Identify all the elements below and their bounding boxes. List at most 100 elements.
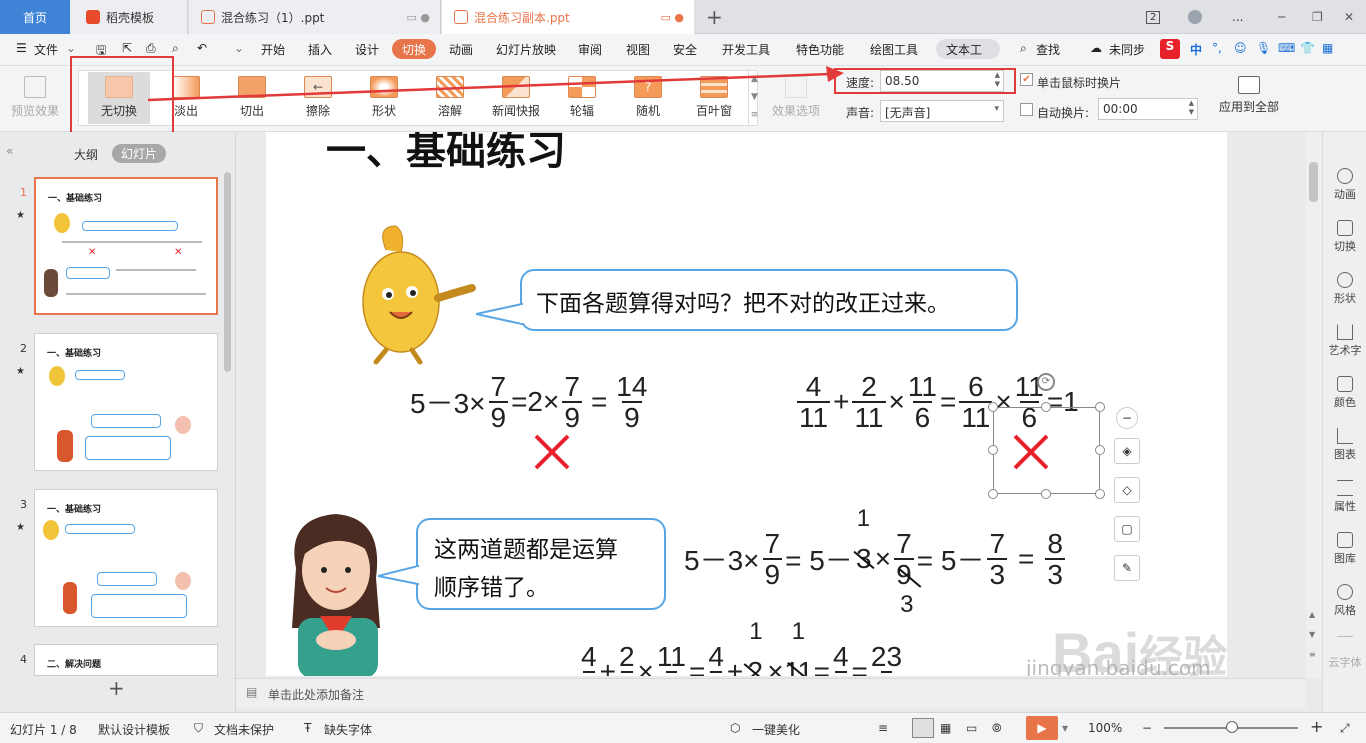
theme-name[interactable]: 默认设计模板 (98, 721, 170, 738)
equation-4[interactable]: 4 + 2 × 11 = 4 + 1 2 × 1 11 = 4 = 23 (578, 618, 905, 676)
fill-icon[interactable]: ◇ (1114, 477, 1140, 503)
tab-outline[interactable]: 大纲 (74, 146, 98, 163)
window-count-badge[interactable]: 2 (1146, 0, 1166, 34)
slide-thumbnail-2[interactable]: 一、基础练习 (34, 333, 218, 471)
mic-icon[interactable]: 🎙 (1256, 41, 1271, 55)
notes-pane[interactable]: ▤ 单击此处添加备注 (236, 678, 1306, 708)
format-brush-icon[interactable]: ✎ (1114, 555, 1140, 581)
avatar[interactable] (1188, 0, 1206, 34)
speech-bubble-question[interactable]: 下面各题算得对吗？把不对的改正过来。 (520, 269, 1018, 331)
tab-slides[interactable]: 幻灯片 (112, 144, 167, 163)
menu-item-12[interactable]: 文本工 (936, 39, 1000, 59)
punct-icon[interactable]: °, (1212, 41, 1222, 55)
export-icon[interactable]: ⇱ (122, 41, 132, 55)
menu-item-6[interactable]: 审阅 (578, 41, 602, 58)
slide-thumbnail-4[interactable]: 二、解决问题 (34, 644, 218, 676)
menu-item-7[interactable]: 视图 (626, 41, 650, 58)
apply-all-button[interactable]: 应用到全部 (1212, 72, 1286, 124)
protect-status[interactable]: 文档未保护 (214, 721, 274, 738)
hamburger-icon[interactable]: ☰ (16, 41, 27, 55)
menu-item-0[interactable]: 开始 (261, 41, 285, 58)
auto-advance-spinner[interactable]: 00:00 ▲ ▼ (1098, 98, 1198, 120)
sidebar-properties[interactable]: 属性 (1323, 480, 1366, 514)
mascot-character[interactable] (346, 220, 476, 365)
print-icon[interactable]: ⎙ (146, 41, 156, 56)
scroll-thumb[interactable] (1309, 162, 1318, 202)
tab-close-icon[interactable]: ▭ ● (407, 11, 431, 24)
menu-item-2[interactable]: 设计 (355, 41, 379, 58)
restore-icon[interactable]: ❐ (1312, 0, 1328, 34)
more-icon[interactable]: ... (1232, 0, 1248, 34)
rotate-handle-icon[interactable]: ⟳ (1037, 373, 1055, 391)
scroll-down-icon[interactable]: ≡ (1309, 650, 1316, 659)
chevron-down-icon[interactable]: ▾ (1062, 721, 1068, 735)
sidebar-transition[interactable]: 切换 (1323, 220, 1366, 254)
sidebar-cloud-font[interactable]: 云字体 (1323, 636, 1366, 670)
close-icon[interactable]: ✕ (1344, 0, 1360, 34)
camera-icon[interactable]: ⦾ (992, 721, 1002, 736)
align-icon[interactable]: ≡ (878, 721, 888, 735)
equation-3[interactable]: 5－3× 79 = 5－ 1 3 × 79 3 = 5－ 73 = 83 (684, 505, 1068, 618)
normal-view-icon[interactable] (912, 718, 934, 738)
menu-item-5[interactable]: 幻灯片放映 (496, 41, 556, 58)
scroll-down-icon[interactable]: ▼ (1309, 630, 1315, 639)
reading-view-icon[interactable]: ▭ (966, 721, 977, 735)
fit-window-icon[interactable]: ⤢ (1340, 721, 1350, 736)
more-quick-icon[interactable]: ⌄ (234, 41, 244, 55)
collapse-panel-icon[interactable]: « (6, 144, 13, 158)
new-tab-icon[interactable]: + (706, 0, 730, 34)
sidebar-chart[interactable]: 图表 (1323, 428, 1366, 462)
search-icon[interactable]: ⌕ (1020, 41, 1027, 56)
beautify-button[interactable]: 一键美化 (752, 721, 800, 738)
sorter-view-icon[interactable]: ▦ (940, 721, 951, 735)
ime-lang[interactable]: 中 (1190, 41, 1202, 58)
spinner-arrows-icon[interactable]: ▲ ▼ (1189, 99, 1194, 117)
menu-item-8[interactable]: 安全 (673, 41, 697, 58)
zoom-in-icon[interactable]: + (1310, 717, 1323, 736)
equation-1[interactable]: 5－3× 79 =2× 79 = 14 9 (410, 372, 650, 433)
minimize-icon[interactable]: ─ (1278, 0, 1294, 34)
slide-heading[interactable]: 一、基础练习 (326, 132, 566, 176)
slide-thumbnail-3[interactable]: 一、基础练习 (34, 489, 218, 627)
speech-bubble-answer[interactable]: 这两道题都是运算 顺序错了。 (416, 518, 666, 610)
menu-file[interactable]: 文件 (34, 41, 58, 58)
sidebar-wordart[interactable]: 艺术字 (1323, 324, 1366, 358)
scroll-up-icon[interactable]: ▲ (1309, 610, 1315, 619)
menu-item-4[interactable]: 动画 (449, 41, 473, 58)
tab-doc1[interactable]: 混合练习（1）.ppt ▭ ● (189, 0, 441, 34)
emoji-icon[interactable]: ☺ (1234, 41, 1247, 55)
tab-doc2[interactable]: 混合练习副本.ppt ▭ ● (442, 0, 694, 34)
menu-item-11[interactable]: 绘图工具 (870, 41, 918, 58)
auto-advance-checkbox[interactable] (1020, 103, 1033, 116)
canvas-scrollbar[interactable]: ▲ ▼ ≡ (1306, 132, 1322, 678)
print-preview-icon[interactable]: ⌕ (172, 41, 179, 56)
menu-item-9[interactable]: 开发工具 (722, 41, 770, 58)
play-button[interactable]: ▶ (1026, 716, 1058, 740)
sidebar-animation[interactable]: 动画 (1323, 168, 1366, 202)
on-click-checkbox[interactable]: ✔ (1020, 73, 1033, 86)
add-slide-icon[interactable]: + (108, 676, 125, 700)
skin-icon[interactable]: 👕 (1300, 41, 1315, 55)
preview-effect-button[interactable]: 预览效果 (4, 72, 66, 124)
zoom-out-icon[interactable]: − (1142, 721, 1152, 735)
tab-home[interactable]: 首页 (0, 0, 70, 34)
zoom-level[interactable]: 100% (1088, 721, 1122, 735)
menu-item-1[interactable]: 插入 (308, 41, 332, 58)
toolbox-icon[interactable]: ▦ (1322, 41, 1333, 55)
collapse-float-icon[interactable]: − (1116, 407, 1138, 429)
sidebar-color[interactable]: 颜色 (1323, 376, 1366, 410)
tab-close-icon[interactable]: ▭ ● (661, 11, 685, 24)
zoom-slider-handle[interactable] (1226, 721, 1238, 733)
ime-logo-icon[interactable]: S (1160, 39, 1180, 59)
chevron-down-icon[interactable]: ⌄ (66, 41, 76, 55)
menu-item-10[interactable]: 特色功能 (796, 41, 844, 58)
outline-icon[interactable]: ▢ (1114, 516, 1140, 542)
sidebar-shape[interactable]: 形状 (1323, 272, 1366, 306)
slide-thumbnail-1[interactable]: 一、基础练习 ✕ ✕ (34, 177, 218, 315)
undo-icon[interactable]: ↶ (197, 41, 207, 55)
missing-font[interactable]: 缺失字体 (324, 721, 372, 738)
tab-template[interactable]: 稻壳模板 (70, 0, 188, 34)
sidebar-gallery[interactable]: 图库 (1323, 532, 1366, 566)
sound-select[interactable]: [无声音] ▾ (880, 100, 1004, 122)
panel-scrollbar[interactable] (224, 172, 231, 372)
